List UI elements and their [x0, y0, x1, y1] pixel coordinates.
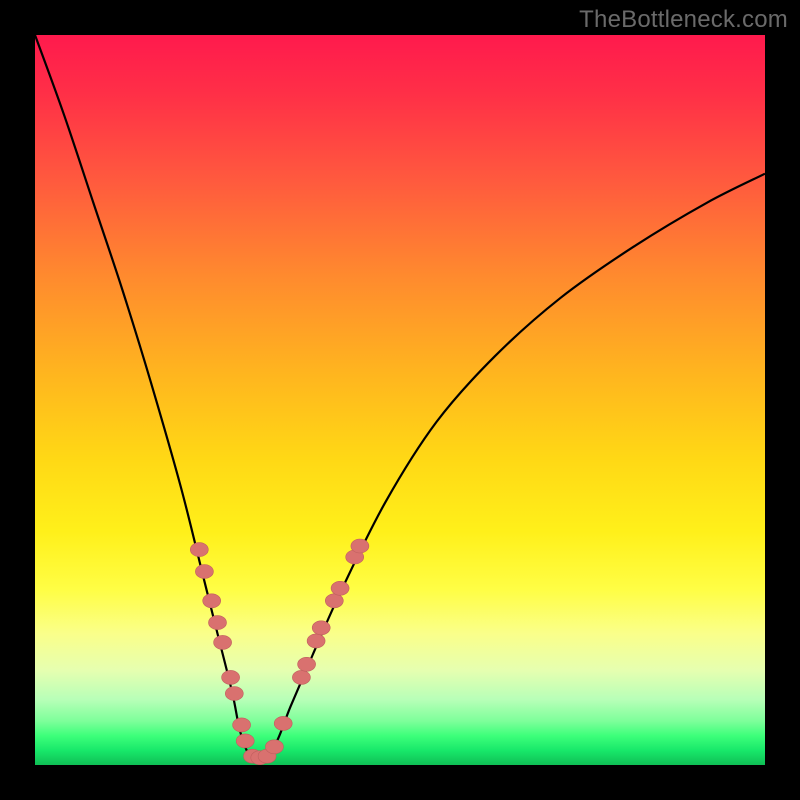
curve-marker [274, 716, 292, 730]
curve-marker [203, 594, 221, 608]
curve-markers [190, 539, 369, 765]
curve-marker [209, 616, 227, 630]
curve-marker [222, 670, 240, 684]
plot-area [35, 35, 765, 765]
watermark-text: TheBottleneck.com [579, 6, 788, 34]
curve-marker [292, 670, 310, 684]
curve-marker [190, 543, 208, 557]
curve-marker [195, 565, 213, 579]
curve-marker [225, 687, 243, 701]
curve-marker [312, 621, 330, 635]
curve-marker [351, 539, 369, 553]
curve-marker [233, 718, 251, 732]
curve-marker [331, 581, 349, 595]
curve-marker [298, 657, 316, 671]
curve-marker [307, 634, 325, 648]
curve-marker [236, 734, 254, 748]
curve-marker [214, 635, 232, 649]
chart-frame: TheBottleneck.com [0, 0, 800, 800]
curve-marker [325, 594, 343, 608]
bottleneck-curve-svg [35, 35, 765, 765]
curve-marker [265, 740, 283, 754]
bottleneck-curve [35, 35, 765, 759]
